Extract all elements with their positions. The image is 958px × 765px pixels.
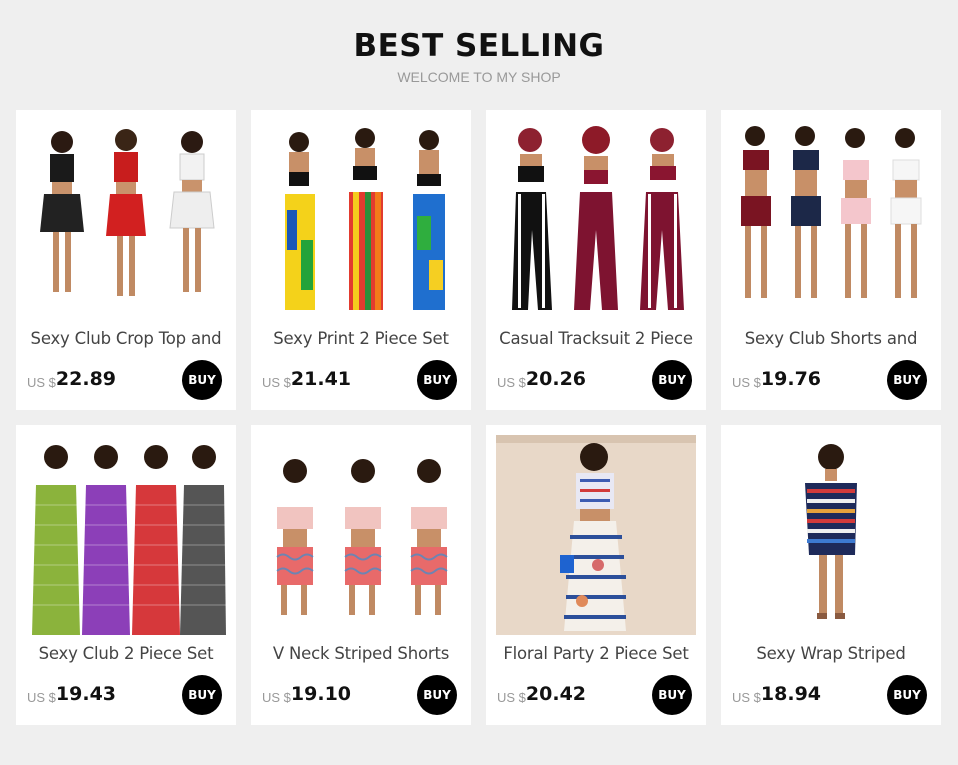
page-title: BEST SELLING (353, 28, 605, 64)
product-name[interactable]: Casual Tracksuit 2 Piece (486, 329, 706, 348)
price-currency: US $ (732, 690, 761, 705)
price-amount: 18.94 (760, 683, 822, 705)
product-photo-icon[interactable] (496, 435, 696, 635)
product-grid: Sexy Club Crop Top and US $22.89 BUY Sex… (16, 110, 941, 725)
product-photo-icon[interactable] (261, 435, 461, 635)
section-header: BEST SELLING WELCOME TO MY SHOP (0, 0, 958, 85)
buy-button[interactable]: BUY (182, 675, 222, 715)
product-photo-icon[interactable] (496, 120, 696, 320)
price-amount: 19.43 (55, 683, 117, 705)
buy-button[interactable]: BUY (417, 360, 457, 400)
product-price: US $21.41 (262, 368, 351, 392)
price-currency: US $ (497, 375, 526, 390)
product-photo-icon[interactable] (731, 120, 931, 320)
product-price: US $19.43 (27, 683, 116, 707)
product-price: US $18.94 (732, 683, 821, 707)
product-card[interactable]: Floral Party 2 Piece Set US $20.42 BUY (486, 425, 706, 725)
product-name[interactable]: Sexy Wrap Striped (721, 644, 941, 663)
price-currency: US $ (732, 375, 761, 390)
product-card[interactable]: Sexy Club Crop Top and US $22.89 BUY (16, 110, 236, 410)
product-price: US $19.10 (262, 683, 351, 707)
product-name[interactable]: Sexy Club Crop Top and (16, 329, 236, 348)
product-price: US $20.42 (497, 683, 586, 707)
page-subtitle: WELCOME TO MY SHOP (397, 69, 561, 85)
price-amount: 20.26 (525, 368, 587, 390)
buy-button[interactable]: BUY (887, 675, 927, 715)
price-amount: 19.10 (290, 683, 352, 705)
product-price: US $20.26 (497, 368, 586, 392)
product-photo-icon[interactable] (26, 120, 226, 320)
product-name[interactable]: V Neck Striped Shorts (251, 644, 471, 663)
price-currency: US $ (27, 690, 56, 705)
buy-button[interactable]: BUY (887, 360, 927, 400)
product-card[interactable]: Sexy Club Shorts and US $19.76 BUY (721, 110, 941, 410)
product-card[interactable]: Sexy Print 2 Piece Set US $21.41 BUY (251, 110, 471, 410)
buy-button[interactable]: BUY (182, 360, 222, 400)
product-photo-icon[interactable] (261, 120, 461, 320)
buy-button[interactable]: BUY (417, 675, 457, 715)
product-photo-icon[interactable] (731, 435, 931, 635)
product-card[interactable]: Sexy Club 2 Piece Set US $19.43 BUY (16, 425, 236, 725)
product-name[interactable]: Sexy Print 2 Piece Set (251, 329, 471, 348)
price-amount: 22.89 (55, 368, 117, 390)
product-photo-icon[interactable] (26, 435, 226, 635)
product-price: US $22.89 (27, 368, 116, 392)
price-currency: US $ (262, 375, 291, 390)
price-amount: 20.42 (525, 683, 587, 705)
buy-button[interactable]: BUY (652, 675, 692, 715)
product-card[interactable]: Sexy Wrap Striped US $18.94 BUY (721, 425, 941, 725)
product-name[interactable]: Sexy Club 2 Piece Set (16, 644, 236, 663)
price-amount: 19.76 (760, 368, 822, 390)
buy-button[interactable]: BUY (652, 360, 692, 400)
price-currency: US $ (27, 375, 56, 390)
price-currency: US $ (497, 690, 526, 705)
product-card[interactable]: V Neck Striped Shorts US $19.10 BUY (251, 425, 471, 725)
product-name[interactable]: Floral Party 2 Piece Set (486, 644, 706, 663)
product-price: US $19.76 (732, 368, 821, 392)
product-name[interactable]: Sexy Club Shorts and (721, 329, 941, 348)
price-amount: 21.41 (290, 368, 352, 390)
price-currency: US $ (262, 690, 291, 705)
product-card[interactable]: Casual Tracksuit 2 Piece US $20.26 BUY (486, 110, 706, 410)
